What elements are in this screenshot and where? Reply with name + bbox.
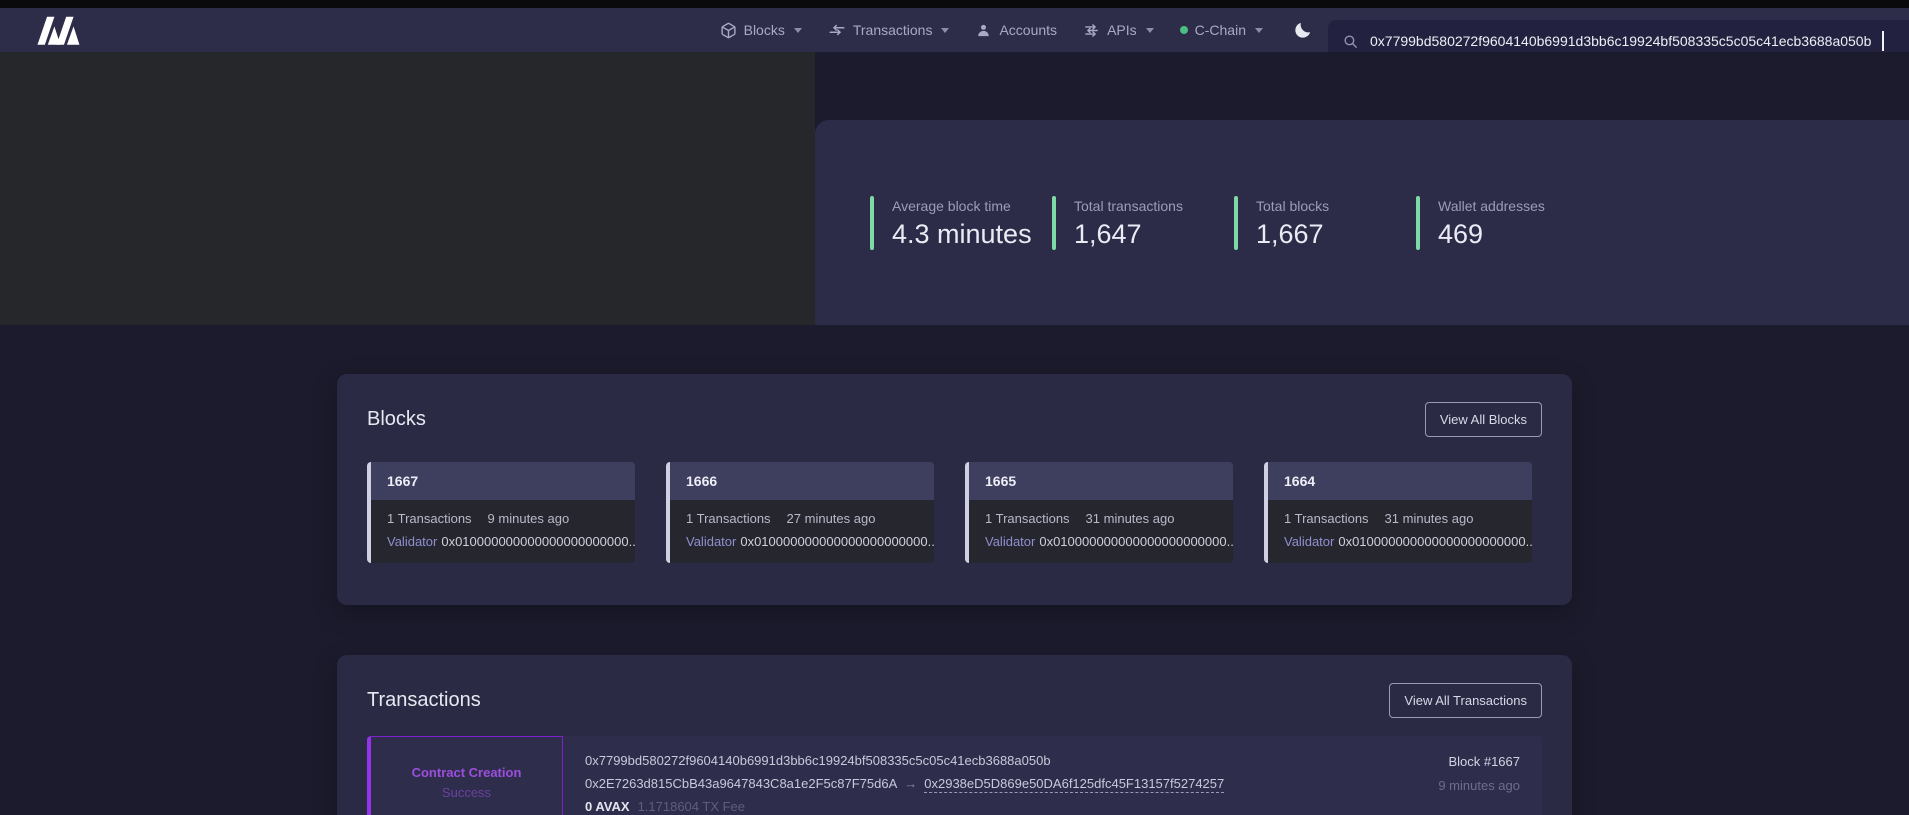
- transaction-age: 9 minutes ago: [1438, 778, 1520, 793]
- nav-item-label: APIs: [1107, 22, 1137, 38]
- hero: Average block time 4.3 minutes Total tra…: [0, 52, 1909, 325]
- stat-value: 4.3 minutes: [892, 219, 1032, 250]
- stat-value: 469: [1438, 219, 1545, 250]
- validator-address: 0x010000000000000000000000...: [441, 534, 635, 549]
- block-tx-count: 1 Transactions: [387, 511, 472, 526]
- block-number[interactable]: 1667: [371, 462, 635, 500]
- stat-label: Total blocks: [1256, 198, 1329, 214]
- validator-label: Validator: [387, 534, 437, 549]
- swap-arrows-icon: [828, 21, 846, 39]
- block-link[interactable]: Block #1667: [1438, 754, 1520, 769]
- transaction-amount: 0 AVAX: [585, 799, 630, 814]
- transaction-row[interactable]: Contract Creation Success 0x7799bd580272…: [367, 736, 1542, 815]
- text-cursor: [1882, 31, 1884, 51]
- moon-icon: [1293, 20, 1313, 40]
- block-card-body: 1 Transactions 31 minutes ago Validator 0x…: [1268, 500, 1532, 563]
- theme-toggle[interactable]: [1293, 20, 1313, 40]
- view-all-blocks-button[interactable]: View All Blocks: [1425, 402, 1542, 437]
- transactions-section: Transactions View All Transactions Contr…: [337, 655, 1572, 815]
- stat-label: Average block time: [892, 198, 1032, 214]
- transaction-type-badge: Contract Creation Success: [367, 736, 563, 815]
- nav-item-transactions[interactable]: Transactions: [828, 21, 950, 39]
- block-number[interactable]: 1664: [1268, 462, 1532, 500]
- stat-value: 1,667: [1256, 219, 1329, 250]
- block-number[interactable]: 1666: [670, 462, 934, 500]
- search-icon: [1342, 33, 1359, 50]
- chevron-down-icon: [1146, 28, 1154, 33]
- page: Blocks Transactions: [0, 0, 1909, 815]
- validator-address: 0x010000000000000000000000...: [740, 534, 934, 549]
- view-all-transactions-button[interactable]: View All Transactions: [1389, 683, 1542, 718]
- blocks-section-title: Blocks: [367, 408, 426, 431]
- block-tx-count: 1 Transactions: [686, 511, 771, 526]
- block-card-body: 1 Transactions 31 minutes ago Validator 0x…: [969, 500, 1233, 563]
- stat-accent-bar: [1234, 196, 1238, 250]
- block-number[interactable]: 1665: [969, 462, 1233, 500]
- search-input-value: 0x7799bd580272f9604140b6991d3bb6c19924bf…: [1370, 33, 1871, 49]
- top-strip: [0, 0, 1909, 8]
- stat-label: Wallet addresses: [1438, 198, 1545, 214]
- transaction-status: Success: [442, 785, 491, 800]
- nav-item-apis[interactable]: APIs: [1083, 22, 1154, 39]
- stat-total-blocks: Total blocks 1,667: [1234, 196, 1416, 250]
- stat-label: Total transactions: [1074, 198, 1183, 214]
- transaction-hash-link[interactable]: 0x7799bd580272f9604140b6991d3bb6c19924bf…: [585, 753, 1438, 768]
- stat-total-transactions: Total transactions 1,647: [1052, 196, 1234, 250]
- block-card-list: 1667 1 Transactions 9 minutes ago Validat…: [367, 462, 1542, 563]
- block-age: 31 minutes ago: [1385, 511, 1474, 526]
- block-tx-count: 1 Transactions: [985, 511, 1070, 526]
- chevron-down-icon: [794, 28, 802, 33]
- block-card-body: 1 Transactions 9 minutes ago Validator 0x0…: [371, 500, 635, 563]
- nav-item-label: Blocks: [744, 22, 785, 38]
- transactions-section-title: Transactions: [367, 689, 481, 712]
- stats-panel: Average block time 4.3 minutes Total tra…: [815, 120, 1909, 325]
- block-card[interactable]: 1665 1 Transactions 31 minutes ago Valida…: [965, 462, 1233, 563]
- from-address-link[interactable]: 0x2E7263d815CbB43a9647843C8a1e2F5c87F75d…: [585, 776, 897, 791]
- validator-label: Validator: [1284, 534, 1334, 549]
- hero-left-panel: [0, 52, 815, 325]
- transaction-block-info: Block #1667 9 minutes ago: [1438, 736, 1542, 815]
- validator-label: Validator: [985, 534, 1035, 549]
- block-age: 31 minutes ago: [1086, 511, 1175, 526]
- block-age: 9 minutes ago: [488, 511, 570, 526]
- block-card[interactable]: 1664 1 Transactions 31 minutes ago Valida…: [1264, 462, 1532, 563]
- transaction-type: Contract Creation: [412, 765, 522, 780]
- transaction-fee: 1.1718604 TX Fee: [638, 799, 745, 814]
- nav-menu: Blocks Transactions: [720, 8, 1313, 52]
- block-tx-count: 1 Transactions: [1284, 511, 1369, 526]
- nav-item-accounts[interactable]: Accounts: [975, 22, 1057, 39]
- block-age: 27 minutes ago: [787, 511, 876, 526]
- sliders-icon: [1083, 22, 1100, 39]
- cube-icon: [720, 22, 737, 39]
- arrow-right-icon: →: [904, 776, 917, 791]
- navbar: Blocks Transactions: [0, 8, 1909, 52]
- nav-item-label: Accounts: [999, 22, 1057, 38]
- stat-accent-bar: [1052, 196, 1056, 250]
- block-card[interactable]: 1666 1 Transactions 27 minutes ago Valida…: [666, 462, 934, 563]
- avalanche-logo-icon: [36, 15, 89, 45]
- stat-accent-bar: [1416, 196, 1420, 250]
- nav-item-label: C-Chain: [1195, 22, 1246, 38]
- validator-label: Validator: [686, 534, 736, 549]
- validator-address: 0x010000000000000000000000...: [1338, 534, 1532, 549]
- stat-average-block-time: Average block time 4.3 minutes: [870, 196, 1052, 250]
- stat-accent-bar: [870, 196, 874, 250]
- block-card[interactable]: 1667 1 Transactions 9 minutes ago Validat…: [367, 462, 635, 563]
- person-icon: [975, 22, 992, 39]
- chevron-down-icon: [1255, 28, 1263, 33]
- chain-status-dot-icon: [1180, 26, 1188, 34]
- block-card-body: 1 Transactions 27 minutes ago Validator 0x…: [670, 500, 934, 563]
- chevron-down-icon: [941, 28, 949, 33]
- nav-item-label: Transactions: [853, 22, 933, 38]
- validator-address: 0x010000000000000000000000...: [1039, 534, 1233, 549]
- nav-item-blocks[interactable]: Blocks: [720, 22, 802, 39]
- to-address-link[interactable]: 0x2938eD5D869e50DA6f125dfc45F13157f52742…: [924, 776, 1224, 793]
- stat-wallet-addresses: Wallet addresses 469: [1416, 196, 1598, 250]
- stat-value: 1,647: [1074, 219, 1183, 250]
- transaction-details: 0x7799bd580272f9604140b6991d3bb6c19924bf…: [563, 736, 1438, 815]
- blocks-section: Blocks View All Blocks 1667 1 Transactio…: [337, 374, 1572, 605]
- avalanche-logo[interactable]: [36, 15, 89, 45]
- nav-item-chain-selector[interactable]: C-Chain: [1180, 22, 1263, 38]
